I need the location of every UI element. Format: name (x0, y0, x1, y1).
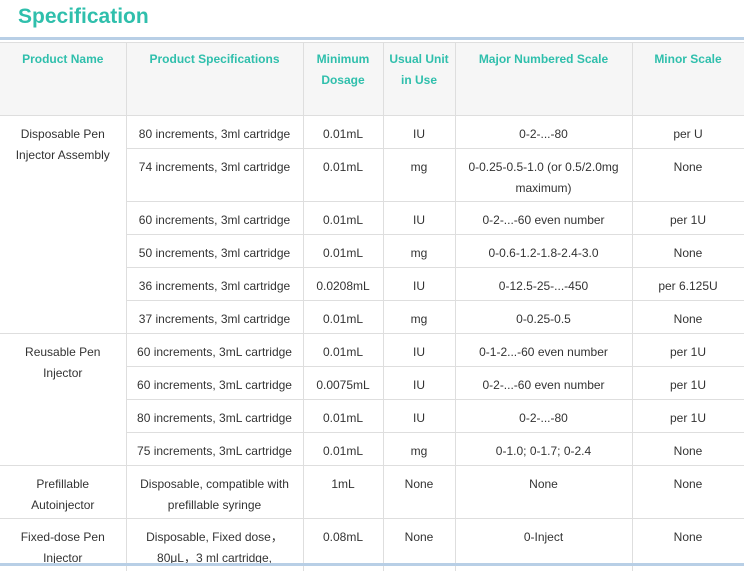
unit-cell: mg (383, 149, 455, 202)
spec-cell: 50 increments, 3ml cartridge (126, 235, 303, 268)
product-name-cell: Disposable Pen Injector Assembly (0, 116, 126, 334)
spec-cell: 74 increments, 3ml cartridge (126, 149, 303, 202)
product-name-cell: Prefillable Autoinjector (0, 466, 126, 519)
spec-cell: Disposable, compatible with prefillable … (126, 466, 303, 519)
dosage-cell: 0.01mL (303, 334, 383, 367)
bottom-divider (0, 563, 744, 566)
unit-cell: mg (383, 301, 455, 334)
spec-cell: 80 increments, 3ml cartridge (126, 116, 303, 149)
major-scale-cell: 0-2-...-60 even number (455, 202, 632, 235)
minor-scale-cell: per 1U (632, 334, 744, 367)
header-product-specifications: Product Specifications (126, 43, 303, 116)
unit-cell: IU (383, 202, 455, 235)
header-usual-unit: Usual Unit in Use (383, 43, 455, 116)
dosage-cell: 0.01mL (303, 400, 383, 433)
spec-cell: 60 increments, 3mL cartridge (126, 334, 303, 367)
spec-cell: 60 increments, 3ml cartridge (126, 202, 303, 235)
unit-cell: IU (383, 116, 455, 149)
major-scale-cell: None (455, 466, 632, 519)
spec-cell: 37 increments, 3ml cartridge (126, 301, 303, 334)
dosage-cell: 0.01mL (303, 235, 383, 268)
table-row: Reusable Pen Injector 60 increments, 3mL… (0, 334, 744, 367)
spec-cell: 80 increments, 3mL cartridge (126, 400, 303, 433)
table-row: Disposable Pen Injector Assembly 80 incr… (0, 116, 744, 149)
major-scale-cell: 0-2-...-80 (455, 400, 632, 433)
spec-cell: 75 increments, 3mL cartridge (126, 433, 303, 466)
minor-scale-cell: None (632, 433, 744, 466)
unit-cell: IU (383, 400, 455, 433)
dosage-cell: 0.01mL (303, 301, 383, 334)
top-divider (0, 37, 744, 40)
dosage-cell: 0.01mL (303, 116, 383, 149)
header-minor-scale: Minor Scale (632, 43, 744, 116)
header-product-name: Product Name (0, 43, 126, 116)
major-scale-cell: 0-0.25-0.5 (455, 301, 632, 334)
minor-scale-cell: None (632, 235, 744, 268)
minor-scale-cell: per U (632, 116, 744, 149)
unit-cell: mg (383, 433, 455, 466)
page-title: Specification (18, 5, 149, 29)
header-major-scale: Major Numbered Scale (455, 43, 632, 116)
dosage-cell: 0.0208mL (303, 268, 383, 301)
header-row: Product Name Product Specifications Mini… (0, 43, 744, 116)
major-scale-cell: 0-1.0; 0-1.7; 0-2.4 (455, 433, 632, 466)
minor-scale-cell: None (632, 466, 744, 519)
dosage-cell: 0.01mL (303, 149, 383, 202)
unit-cell: IU (383, 268, 455, 301)
minor-scale-cell: per 1U (632, 202, 744, 235)
spec-cell: 60 increments, 3mL cartridge (126, 367, 303, 400)
header-minimum-dosage: Minimum Dosage (303, 43, 383, 116)
minor-scale-cell: per 1U (632, 367, 744, 400)
dosage-cell: 0.0075mL (303, 367, 383, 400)
major-scale-cell: 0-12.5-25-...-450 (455, 268, 632, 301)
minor-scale-cell: None (632, 149, 744, 202)
major-scale-cell: 0-0.25-0.5-1.0 (or 0.5/2.0mg maximum) (455, 149, 632, 202)
product-name-cell: Reusable Pen Injector (0, 334, 126, 466)
dosage-cell: 1mL (303, 466, 383, 519)
minor-scale-cell: per 1U (632, 400, 744, 433)
major-scale-cell: 0-2-...-60 even number (455, 367, 632, 400)
minor-scale-cell: None (632, 301, 744, 334)
table-row: Prefillable Autoinjector Disposable, com… (0, 466, 744, 519)
major-scale-cell: 0-1-2...-60 even number (455, 334, 632, 367)
unit-cell: mg (383, 235, 455, 268)
spec-cell: 36 increments, 3ml cartridge (126, 268, 303, 301)
dosage-cell: 0.01mL (303, 433, 383, 466)
minor-scale-cell: per 6.125U (632, 268, 744, 301)
unit-cell: IU (383, 367, 455, 400)
specification-table: Product Name Product Specifications Mini… (0, 42, 744, 571)
unit-cell: IU (383, 334, 455, 367)
major-scale-cell: 0-0.6-1.2-1.8-2.4-3.0 (455, 235, 632, 268)
unit-cell: None (383, 466, 455, 519)
dosage-cell: 0.01mL (303, 202, 383, 235)
major-scale-cell: 0-2-...-80 (455, 116, 632, 149)
